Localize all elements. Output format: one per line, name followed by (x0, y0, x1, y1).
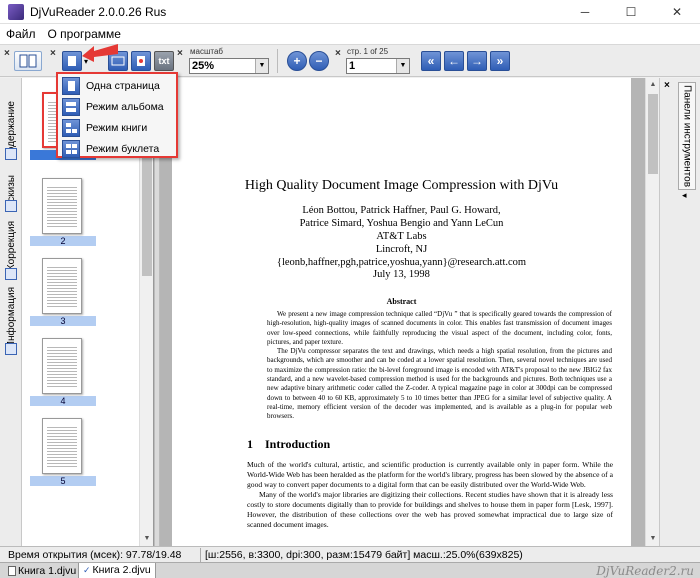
next-page-icon: → (471, 54, 483, 68)
djvu-file-icon (8, 566, 16, 576)
document-date: July 13, 1998 (373, 269, 430, 280)
document-view[interactable]: High Quality Document Image Compression … (160, 78, 645, 546)
menu-item-booklet-mode[interactable]: Режим буклета (62, 139, 176, 158)
correction-icon (5, 268, 17, 280)
document-authors: Léon Bottou, Patrick Haffner, Paul G. Ho… (276, 205, 527, 268)
toolbar-close-icon[interactable]: × (50, 48, 56, 59)
zoom-in-button[interactable]: + (287, 51, 307, 71)
tab-book-1[interactable]: Книга 1.djvu (4, 563, 80, 578)
layout-icon (19, 54, 37, 68)
close-button[interactable]: ✕ (654, 0, 700, 24)
thumbnails-icon (5, 200, 17, 212)
right-panel-arrow-icon[interactable]: ◂ (682, 190, 687, 201)
menu-about[interactable]: О программе (42, 27, 127, 41)
thumbnail-item[interactable]: 3 (30, 258, 96, 326)
toolbar-close-icon[interactable]: × (177, 48, 183, 59)
zoom-label: масштаб (190, 47, 223, 56)
first-page-button[interactable]: « (421, 51, 441, 71)
thumbnail-number: 4 (30, 396, 96, 406)
document-tabs-bar: Книга 1.djvu ✓ Книга 2.djvu DjVuReader2.… (0, 562, 700, 578)
maximize-button[interactable]: ☐ (608, 0, 654, 24)
document-scrollbar[interactable]: ▲ ▼ (645, 78, 659, 546)
info-icon (5, 343, 17, 355)
zoom-in-icon: + (293, 54, 301, 68)
thumbnail-number: 5 (30, 476, 96, 486)
prev-page-icon: ← (448, 54, 460, 68)
page-label: стр. 1 of 25 (347, 47, 389, 56)
body-text: Much of the world's cultural, artistic, … (247, 460, 613, 529)
thumbnail-page-image (42, 338, 82, 394)
window-title: DjVuReader 2.0.0.26 Rus (30, 4, 167, 19)
page-dropdown-arrow-icon[interactable]: ▼ (396, 59, 409, 73)
status-page-info: [ш:2556, в:3300, dpi:300, разм:15479 бай… (200, 548, 523, 562)
tab-correction[interactable]: Коррекция (2, 218, 20, 274)
fit-page-button[interactable] (131, 51, 151, 71)
last-page-icon: » (496, 54, 504, 68)
thumbnail-number: 3 (30, 316, 96, 326)
scroll-up-icon[interactable]: ▲ (646, 78, 660, 92)
thumbnail-page-image (42, 418, 82, 474)
thumbnail-item[interactable]: 2 (30, 178, 96, 246)
thumbnail-number: 2 (30, 236, 96, 246)
view-mode-button[interactable] (62, 51, 82, 71)
layout-button[interactable] (14, 51, 42, 71)
abstract-heading: Abstract (386, 297, 417, 306)
thumbnail-item[interactable]: 4 (30, 338, 96, 406)
tab-toolbars-panel[interactable]: Панели инструментов (678, 82, 696, 190)
booklet-mode-icon (62, 139, 80, 158)
right-tools-panel: × Панели инструментов ◂ (659, 78, 700, 546)
thumbnail-item[interactable]: 5 (30, 418, 96, 486)
status-bar: Время открытия (мсек): 97.78/19.48 [ш:25… (0, 546, 700, 562)
menu-item-album-mode[interactable]: Режим альбома (62, 97, 176, 116)
zoom-out-button[interactable]: − (309, 51, 329, 71)
title-bar: DjVuReader 2.0.0.26 Rus ─ ☐ ✕ (0, 0, 700, 24)
menu-file[interactable]: Файл (0, 27, 42, 41)
first-page-icon: « (427, 54, 435, 68)
page-select[interactable]: 1 ▼ (346, 58, 410, 74)
document-title: High Quality Document Image Compression … (244, 178, 559, 193)
contents-icon (5, 148, 17, 160)
single-page-icon (68, 56, 76, 66)
tab-book-2[interactable]: ✓ Книга 2.djvu (78, 563, 156, 578)
text-mode-button[interactable]: txt (154, 51, 174, 71)
toolbar-separator (277, 49, 278, 73)
right-panel-close-icon[interactable]: × (664, 80, 670, 91)
abstract-text: We present a new image compression techn… (267, 310, 612, 421)
next-page-button[interactable]: → (467, 51, 487, 71)
menu-item-book-mode[interactable]: Режим книги (62, 118, 176, 137)
scroll-down-icon[interactable]: ▼ (646, 532, 660, 546)
left-tabs-bar: Содержание Эскизы Коррекция Информация (0, 78, 22, 546)
toolbar-close-icon[interactable]: × (4, 48, 10, 59)
status-open-time: Время открытия (мсек): 97.78/19.48 (8, 549, 182, 561)
zoom-out-icon: − (315, 54, 323, 68)
zoom-value: 25% (192, 60, 215, 72)
book-mode-icon (62, 118, 80, 137)
zoom-select[interactable]: 25% ▼ (189, 58, 269, 74)
app-logo-icon (8, 3, 24, 20)
view-mode-menu: Одна страница Режим альбома Режим книги … (56, 72, 178, 158)
toolbar-close-icon[interactable]: × (335, 48, 341, 59)
section-heading: 1 Introduction (247, 437, 331, 451)
tab-info[interactable]: Информация (2, 286, 20, 350)
page-value: 1 (349, 60, 356, 72)
last-page-button[interactable]: » (490, 51, 510, 71)
thumbnail-page-image (42, 258, 82, 314)
album-mode-icon (62, 97, 80, 116)
thumbnail-page-image (42, 178, 82, 234)
check-icon: ✓ (83, 565, 91, 575)
scroll-down-icon[interactable]: ▼ (140, 532, 154, 546)
zoom-dropdown-arrow-icon[interactable]: ▼ (255, 59, 268, 73)
minimize-button[interactable]: ─ (562, 0, 608, 24)
menu-item-single-page[interactable]: Одна страница (62, 76, 176, 95)
fit-page-icon (137, 56, 145, 66)
prev-page-button[interactable]: ← (444, 51, 464, 71)
site-watermark: DjVuReader2.ru (596, 564, 694, 578)
single-page-icon (62, 76, 80, 95)
document-page: High Quality Document Image Compression … (172, 78, 631, 546)
thumbnail-scroll-handle[interactable] (142, 156, 152, 276)
annotation-arrow-icon (82, 44, 118, 62)
document-scroll-handle[interactable] (648, 94, 658, 174)
